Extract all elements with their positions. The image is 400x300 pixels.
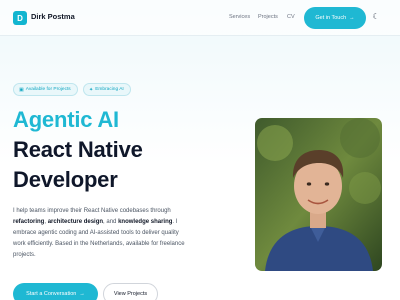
arrow-right-icon: → (349, 15, 355, 21)
desc-part-1: I help teams improve their React Native … (13, 208, 171, 214)
desc-bold-architecture: architecture design (47, 219, 104, 225)
portrait-illustration (255, 118, 382, 271)
view-projects-label: View Projects (113, 291, 148, 297)
badge-available-label: Available for Projects (25, 87, 71, 92)
desc-part-3: , and (103, 219, 119, 225)
hero-title-line2: React Native (13, 137, 143, 162)
briefcase-icon: ▣ (19, 86, 24, 93)
badge-available: ▣ Available for Projects (13, 83, 78, 96)
hero-description: I help teams improve their React Native … (13, 206, 188, 261)
start-conversation-button[interactable]: Start a Conversation → (13, 283, 98, 300)
logo-icon[interactable]: D (13, 11, 27, 25)
moon-icon[interactable]: ☾ (371, 12, 381, 22)
hero-title-line3: Developer (13, 167, 118, 192)
logo-letter: D (17, 13, 23, 23)
badge-ai: ✦ Embracing AI (83, 83, 131, 96)
sparkles-icon: ✦ (89, 86, 94, 93)
hero-title-accent: Agentic AI (13, 107, 119, 132)
brand-name[interactable]: Dirk Postma (31, 12, 75, 21)
arrow-right-icon: → (79, 291, 85, 297)
get-in-touch-label: Get in Touch (315, 15, 347, 21)
nav-projects[interactable]: Projects (258, 14, 278, 20)
desc-bold-refactoring: refactoring (13, 219, 45, 225)
view-projects-button[interactable]: View Projects (103, 283, 158, 300)
profile-photo (255, 118, 382, 271)
nav-cv[interactable]: CV (287, 14, 295, 20)
desc-bold-knowledge: knowledge sharing (118, 219, 173, 225)
get-in-touch-button[interactable]: Get in Touch → (304, 7, 366, 29)
nav-services[interactable]: Services (229, 14, 250, 20)
site-header: D Dirk Postma Services Projects CV Get i… (0, 0, 400, 36)
badge-ai-label: Embracing AI (95, 87, 124, 92)
start-conversation-label: Start a Conversation (26, 291, 77, 297)
